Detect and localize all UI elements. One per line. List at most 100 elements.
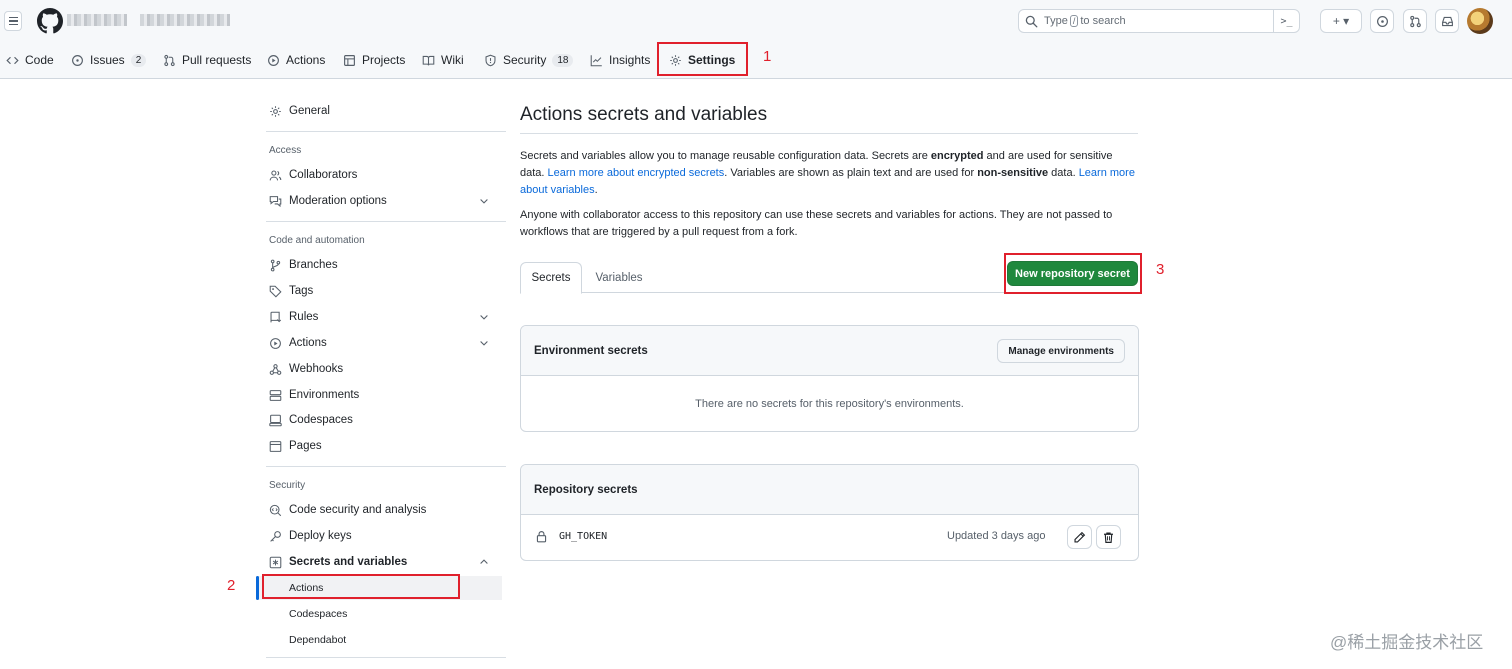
selected-indicator	[256, 576, 259, 600]
git-branch-icon	[270, 259, 281, 271]
sidebar-item-actions[interactable]: Actions	[258, 331, 502, 355]
search-input[interactable]: Type / to search >_	[1018, 9, 1300, 33]
sidebar-item-codespaces[interactable]: Codespaces	[258, 408, 502, 432]
tab-security[interactable]: Security 18	[484, 44, 574, 76]
sidebar-item-environments[interactable]: Environments	[258, 383, 502, 407]
tab-insights-label: Insights	[609, 53, 651, 67]
tab-pull-requests-label: Pull requests	[182, 53, 252, 67]
tab-variables[interactable]: Variables	[586, 262, 652, 293]
secret-row: GH_TOKEN Updated 3 days ago	[521, 515, 1138, 560]
sidebar-item-label: Actions	[289, 337, 327, 349]
pull-requests-button[interactable]	[1403, 9, 1427, 33]
chevron-up-icon	[480, 559, 488, 564]
sidebar-section-security: Security	[269, 480, 306, 491]
sidebar-section-code-automation: Code and automation	[269, 235, 365, 246]
sidebar-item-label: Tags	[289, 285, 314, 297]
intro-emphasis-nonsensitive: non-sensitive	[977, 167, 1049, 179]
sidebar-item-webhooks[interactable]: Webhooks	[258, 357, 502, 381]
tab-code[interactable]: Code	[6, 44, 54, 76]
sidebar-item-secrets-variables[interactable]: Secrets and variables	[258, 550, 502, 574]
environment-secrets-title: Environment secrets	[534, 344, 648, 357]
sidebar-item-label: Environments	[289, 389, 360, 401]
sidebar-item-collaborators[interactable]: Collaborators	[258, 163, 502, 187]
delete-secret-button[interactable]	[1096, 525, 1121, 549]
repo-push-icon	[270, 311, 282, 322]
sidebar-divider	[266, 131, 506, 132]
sidebar-item-deploy-keys[interactable]: Deploy keys	[258, 524, 502, 548]
menu-button[interactable]	[4, 11, 22, 31]
security-count-badge: 18	[552, 53, 574, 67]
create-new-button[interactable]: + ▾	[1320, 9, 1362, 33]
inbox-button[interactable]	[1435, 9, 1459, 33]
server-icon	[269, 389, 282, 401]
edit-secret-button[interactable]	[1067, 525, 1092, 549]
page-title: Actions secrets and variables	[520, 104, 768, 125]
tab-actions-label: Actions	[286, 53, 326, 67]
repo-name-redacted[interactable]	[140, 14, 230, 26]
chevron-down-icon	[480, 315, 488, 320]
sidebar-item-general[interactable]: General	[258, 99, 502, 123]
tab-pull-requests[interactable]: Pull requests	[163, 44, 251, 76]
intro-text: Secrets and variables allow you to manag…	[520, 150, 931, 162]
sidebar-item-label: Branches	[289, 259, 338, 271]
issue-circle-icon	[1376, 15, 1388, 27]
annotation-box-settings	[657, 42, 748, 76]
lock-icon	[536, 531, 547, 543]
watermark-text: @稀土掘金技术社区	[1330, 633, 1484, 652]
pull-request-icon	[1409, 15, 1421, 27]
sidebar-item-pages[interactable]: Pages	[258, 434, 502, 458]
trash-icon	[1104, 531, 1113, 543]
annotation-label-1: 1	[763, 48, 772, 65]
issues-button[interactable]	[1370, 9, 1394, 33]
sidebar-item-branches[interactable]: Branches	[258, 253, 502, 277]
tab-projects[interactable]: Projects	[343, 44, 405, 76]
codescan-icon	[269, 504, 282, 516]
tab-security-label: Security	[503, 53, 547, 67]
tab-projects-label: Projects	[362, 53, 406, 67]
repository-secrets-header: Repository secrets	[521, 465, 1138, 515]
intro-text: .	[594, 184, 598, 196]
code-icon	[6, 56, 19, 64]
sidebar-subitem-label: Codespaces	[289, 608, 348, 620]
secret-updated-time: Updated 3 days ago	[947, 530, 1046, 542]
command-palette-button[interactable]: >_	[1273, 10, 1299, 32]
tab-insights[interactable]: Insights	[590, 44, 650, 76]
pull-request-icon	[164, 54, 175, 66]
intro-paragraph: Secrets and variables allow you to manag…	[520, 148, 1140, 199]
search-icon	[1025, 15, 1038, 27]
table-icon	[344, 54, 355, 66]
manage-environments-button[interactable]: Manage environments	[997, 339, 1125, 363]
top-bar: Type / to search >_ + ▾	[0, 0, 1512, 42]
sidebar-item-label: Pages	[289, 440, 322, 452]
repository-secrets-title: Repository secrets	[534, 483, 638, 496]
sidebar-item-moderation[interactable]: Moderation options	[258, 189, 502, 213]
tab-secrets[interactable]: Secrets	[520, 262, 582, 294]
intro-text: . Variables are shown as plain text and …	[724, 167, 978, 179]
tab-wiki[interactable]: Wiki	[422, 44, 464, 76]
collaborator-note: Anyone with collaborator access to this …	[520, 209, 1113, 238]
sidebar-item-rules[interactable]: Rules	[258, 305, 502, 329]
sidebar-subitem-codespaces[interactable]: Codespaces	[258, 602, 502, 626]
book-icon	[422, 55, 435, 65]
annotation-label-3: 3	[1156, 261, 1165, 278]
sidebar-item-label: Deploy keys	[289, 530, 352, 542]
user-avatar[interactable]	[1467, 8, 1493, 34]
chevron-down-icon	[480, 199, 488, 204]
learn-more-secrets-link[interactable]: Learn more about encrypted secrets	[548, 167, 725, 179]
tab-code-label: Code	[25, 53, 54, 67]
sidebar-item-code-security[interactable]: Code security and analysis	[258, 498, 502, 522]
sidebar-divider	[266, 221, 506, 222]
sidebar-subitem-dependabot[interactable]: Dependabot	[258, 628, 502, 652]
pencil-icon	[1074, 531, 1086, 543]
environment-secrets-box: Environment secrets Manage environments …	[520, 325, 1139, 432]
github-logo-icon[interactable]	[37, 8, 63, 34]
tab-issues[interactable]: Issues 2	[71, 44, 147, 76]
sidebar-item-label: Codespaces	[289, 414, 353, 426]
issue-circle-icon	[72, 54, 83, 66]
sidebar-item-tags[interactable]: Tags	[258, 279, 502, 303]
tab-actions[interactable]: Actions	[267, 44, 325, 76]
repo-owner-redacted[interactable]	[67, 14, 127, 26]
annotation-label-2: 2	[227, 577, 236, 594]
search-shortcut-key: /	[1069, 15, 1079, 27]
sidebar-item-label: Secrets and variables	[289, 556, 408, 568]
